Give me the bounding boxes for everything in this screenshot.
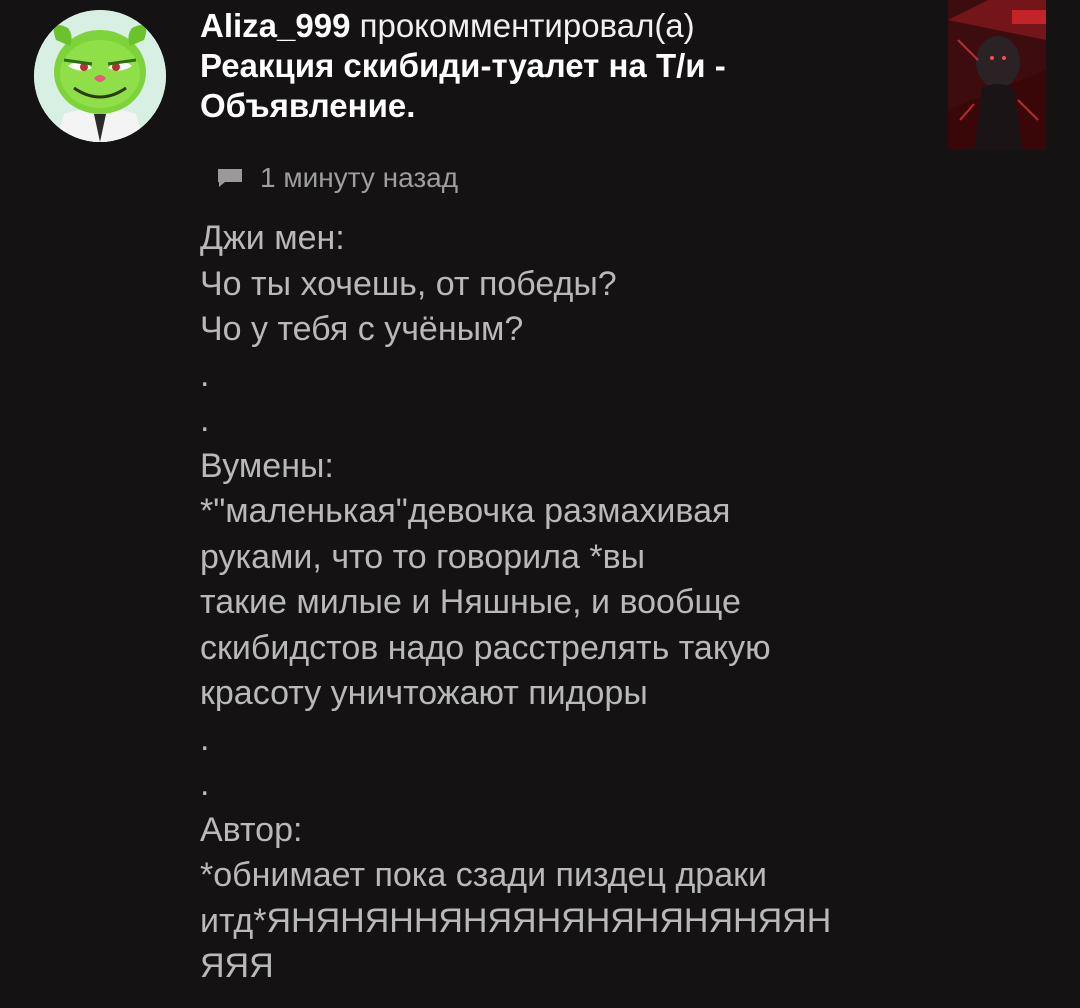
user-avatar[interactable] (34, 10, 166, 142)
comment-line: Чо ты хочешь, от победы? (200, 264, 617, 303)
post-title-link[interactable]: Реакция скибиди-туалет на Т/и - Объявлен… (200, 46, 920, 126)
comment-line: *"маленькая"девочка размахивая (200, 492, 731, 530)
comment-line: красоту уничтожают пидоры (200, 674, 648, 712)
post-thumbnail[interactable] (948, 0, 1046, 150)
comment-line: *обнимает пока сзади пиздец драки (200, 856, 767, 894)
dark-red-artwork-icon (948, 0, 1046, 150)
action-text: прокомментировал(а) (359, 7, 695, 44)
comment-line: Джи мен: (200, 219, 345, 257)
timestamp: 1 минуту назад (260, 162, 459, 193)
comment-line: итд*ЯНЯНЯННЯНЯЯНЯНЯНЯНЯНЯЯН (200, 901, 832, 940)
comment-line: . (200, 719, 210, 758)
comment-line: . (200, 355, 210, 394)
comment-line: Автор: (200, 810, 303, 849)
comment-line: скибидстов надо расстрелять такую (200, 628, 771, 667)
comment-line: . (200, 765, 210, 803)
username-link[interactable]: Aliza_999 (200, 7, 350, 44)
comment-line: . (200, 401, 210, 439)
comment-line: Чо у тебя с учёным? (200, 310, 524, 348)
comment-notification[interactable]: Aliza_999 прокомментировал(а) Реакция ск… (0, 0, 1080, 1008)
notification-header: Aliza_999 прокомментировал(а) Реакция ск… (200, 6, 920, 126)
green-character-avatar-icon (34, 10, 166, 142)
notification-meta: 1 минуту назад (216, 160, 458, 196)
comment-line: руками, что то говорила *вы (200, 537, 646, 576)
comment-line: Вумены: (200, 446, 334, 485)
comment-bubble-icon (216, 167, 244, 189)
comment-line: такие милые и Няшные, и вообще (200, 583, 741, 621)
comment-text: Джи мен: Чо ты хочешь, от победы? Чо у т… (200, 216, 940, 990)
comment-line: ЯЯЯ (200, 947, 274, 985)
